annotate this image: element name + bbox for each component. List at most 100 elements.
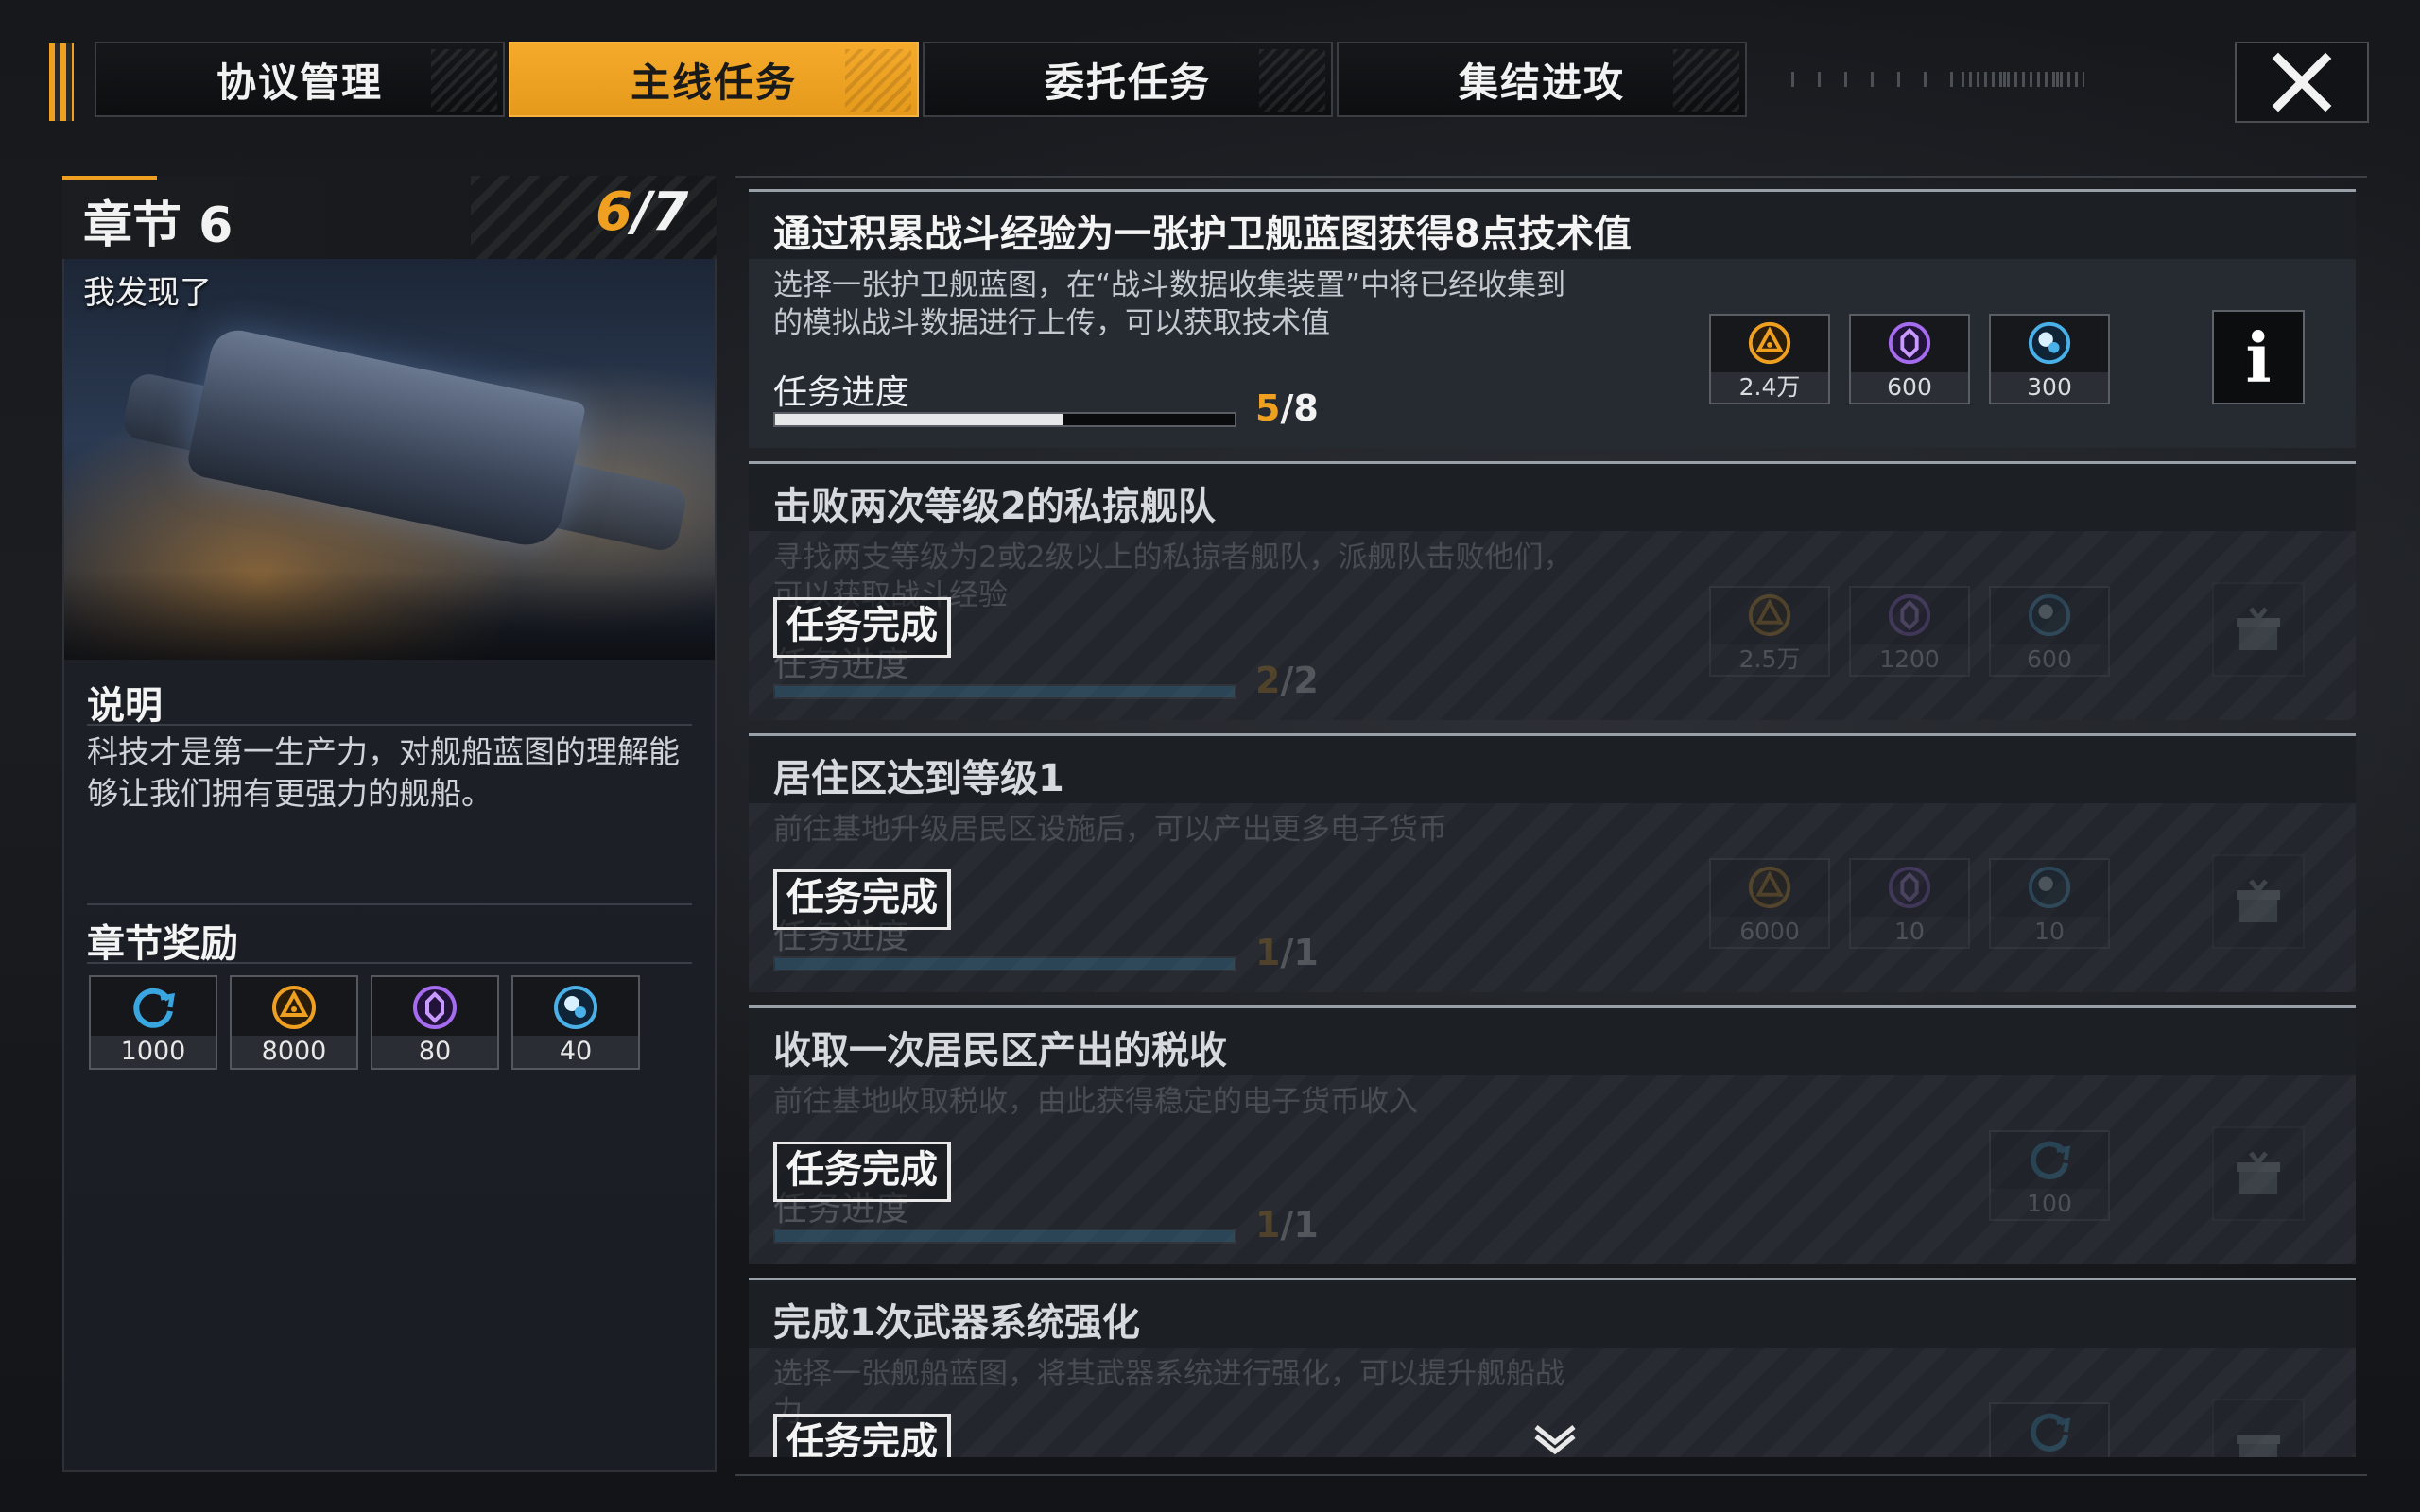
- task-card[interactable]: 居住区达到等级1 前往基地升级居民区设施后，可以产出更多电子货币 任务进度 1/…: [749, 733, 2356, 992]
- chapter-title: 章节 6: [83, 198, 233, 254]
- task-title: 击败两次等级2的私掠舰队: [773, 485, 1216, 528]
- gift-icon: [2237, 607, 2280, 650]
- reward-value: 10: [1991, 917, 2108, 947]
- divider: [87, 962, 692, 964]
- task-body: 前往基地升级居民区设施后，可以产出更多电子货币 任务进度 1/1 6000 10…: [749, 803, 2356, 992]
- task-body: 前往基地收取税收，由此获得稳定的电子货币收入 任务进度 1/1 100 任务完成: [749, 1075, 2356, 1264]
- ship-image: [184, 325, 587, 552]
- reward-value: 600: [1851, 372, 1968, 403]
- gift-icon: [2237, 1435, 2280, 1457]
- claim-button[interactable]: [2212, 1399, 2305, 1457]
- task-info-button[interactable]: i: [2212, 310, 2305, 404]
- task-description: 选择一张护卫舰蓝图，在“战斗数据收集装置”中将已经收集到的模拟战斗数据进行上传，…: [773, 268, 1566, 340]
- task-card[interactable]: 通过积累战斗经验为一张护卫舰蓝图获得8点技术值 选择一张护卫舰蓝图，在“战斗数据…: [749, 189, 2356, 448]
- chapter-reward-crystal[interactable]: 80: [371, 975, 499, 1070]
- reward-value: 600: [1991, 644, 2108, 675]
- task-reward: 100: [1989, 1130, 2110, 1221]
- task-reward: 600: [1989, 586, 2110, 677]
- task-title: 居住区达到等级1: [773, 757, 1064, 800]
- task-progress-bar: [773, 1228, 1236, 1244]
- task-progress-fill: [775, 1230, 1235, 1242]
- orb-icon: [2028, 321, 2071, 365]
- reward-value: 1000: [91, 1036, 216, 1068]
- task-progress-count: 2/2: [1255, 660, 1319, 701]
- tab-label: 委托任务: [1044, 59, 1211, 106]
- reward-value: 2.4万: [1711, 372, 1828, 403]
- chapter-image-caption: 我发现了: [83, 274, 212, 312]
- decorative-ticks: [1962, 72, 2084, 87]
- task-progress-count: 5/8: [1255, 387, 1319, 429]
- refresh-icon: [2031, 1141, 2071, 1179]
- task-progress-bar: [773, 684, 1236, 699]
- claim-button[interactable]: [2212, 1126, 2305, 1221]
- reward-value: 300: [1991, 372, 2108, 403]
- chapter-reward-refresh[interactable]: 1000: [89, 975, 217, 1070]
- tab-commission-missions[interactable]: 委托任务: [923, 42, 1333, 117]
- task-header: 完成1次武器系统强化: [749, 1278, 2356, 1348]
- progress-total: /1: [1280, 932, 1319, 973]
- task-card[interactable]: 击败两次等级2的私掠舰队 寻找两支等级为2或2级以上的私掠者舰队，派舰队击败他们…: [749, 461, 2356, 720]
- tab-label: 协议管理: [216, 59, 383, 106]
- chapter-reward-orb[interactable]: 40: [511, 975, 640, 1070]
- progress-total: /8: [1280, 387, 1319, 429]
- reward-value: 40: [513, 1036, 638, 1068]
- progress-current: 1: [1255, 932, 1281, 973]
- orb-icon: [2028, 866, 2071, 909]
- claim-button[interactable]: [2212, 854, 2305, 949]
- task-reward[interactable]: 2.4万: [1709, 314, 1830, 404]
- chapter-image: [64, 259, 715, 660]
- description-title: 说明: [87, 684, 163, 728]
- tab-bar-accent: [49, 43, 74, 121]
- task-reward[interactable]: 600: [1849, 314, 1970, 404]
- task-complete-stamp: 任务完成: [773, 1414, 951, 1457]
- task-progress-label: 任务进度: [773, 373, 910, 412]
- triangle-coin-icon: [272, 986, 316, 1029]
- chapter-reward-coin[interactable]: 8000: [230, 975, 358, 1070]
- task-progress-fill: [775, 958, 1235, 970]
- chapter-progress-total: 7: [651, 181, 689, 243]
- task-body: 寻找两支等级为2或2级以上的私掠者舰队，派舰队击败他们，可以获取战斗经验 任务进…: [749, 531, 2356, 720]
- task-header: 击败两次等级2的私掠舰队: [749, 461, 2356, 531]
- task-progress-fill: [775, 686, 1235, 697]
- reward-value: 80: [372, 1036, 497, 1068]
- scroll-down-button[interactable]: [1531, 1419, 1579, 1461]
- task-reward: 10: [1989, 858, 2110, 949]
- chapter-reward-title: 章节奖励: [87, 922, 238, 966]
- chevron-down-icon: [1534, 1425, 1576, 1455]
- tab-protocol-management[interactable]: 协议管理: [95, 42, 505, 117]
- tab-rally-attack[interactable]: 集结进攻: [1337, 42, 1747, 117]
- claim-button[interactable]: [2212, 582, 2305, 677]
- crystal-icon: [1888, 321, 1931, 365]
- orb-icon: [554, 986, 597, 1029]
- task-reward[interactable]: 300: [1989, 314, 2110, 404]
- task-header: 居住区达到等级1: [749, 733, 2356, 803]
- refresh-icon: [2031, 1413, 2071, 1452]
- chapter-progress-sep: /: [631, 181, 652, 243]
- task-progress-count: 1/1: [1255, 1204, 1319, 1246]
- refresh-icon: [133, 988, 176, 1028]
- task-card[interactable]: 收取一次居民区产出的税收 前往基地收取税收，由此获得稳定的电子货币收入 任务进度…: [749, 1005, 2356, 1264]
- task-progress-bar: [773, 412, 1236, 427]
- task-body: 选择一张护卫舰蓝图，在“战斗数据收集装置”中将已经收集到的模拟战斗数据进行上传，…: [749, 259, 2356, 448]
- chapter-progress: 6/7: [596, 181, 688, 243]
- tab-label: 主线任务: [630, 59, 797, 106]
- tab-main-missions[interactable]: 主线任务: [509, 42, 919, 117]
- task-reward: 10: [1849, 858, 1970, 949]
- gift-icon: [2237, 1151, 2280, 1194]
- task-complete-stamp: 任务完成: [773, 597, 951, 658]
- task-reward: 1200: [1849, 586, 1970, 677]
- image-shade: [64, 571, 715, 660]
- chapter-description: 科技才是第一生产力，对舰船蓝图的理解能够让我们拥有更强力的舰船。: [87, 733, 680, 812]
- triangle-coin-icon: [1748, 321, 1791, 365]
- task-complete-stamp: 任务完成: [773, 869, 951, 930]
- task-reward: 6000: [1709, 858, 1830, 949]
- divider: [87, 903, 692, 905]
- task-progress-count: 1/1: [1255, 932, 1319, 973]
- task-header: 收取一次居民区产出的税收: [749, 1005, 2356, 1075]
- task-description: 前往基地收取税收，由此获得稳定的电子货币收入: [773, 1085, 1418, 1119]
- reward-value: 1200: [1851, 644, 1968, 675]
- task-title: 完成1次武器系统强化: [773, 1301, 1140, 1345]
- close-button[interactable]: [2235, 42, 2369, 123]
- crystal-icon: [1888, 593, 1931, 637]
- progress-total: /1: [1280, 1204, 1319, 1246]
